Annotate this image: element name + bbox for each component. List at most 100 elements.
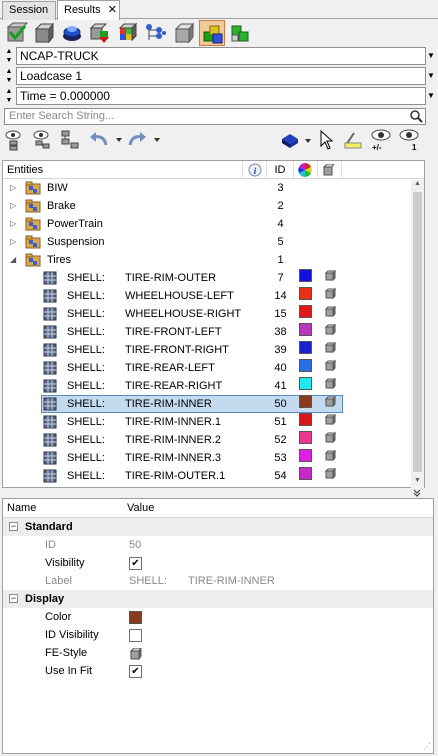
toggle-visibility-eye-icon[interactable] bbox=[370, 128, 392, 142]
tree-row-part[interactable]: SHELL: TIRE-RIM-INNER.1 51 bbox=[3, 413, 424, 431]
part-style-cube-icon[interactable] bbox=[324, 377, 337, 395]
tree-row-part[interactable]: SHELL: TIRE-RIM-INNER 50 bbox=[3, 395, 424, 413]
color-swatch[interactable] bbox=[129, 611, 142, 624]
assembly-icon[interactable] bbox=[87, 20, 113, 46]
tab-session[interactable]: Session bbox=[2, 1, 56, 20]
column-name[interactable]: Name bbox=[7, 502, 36, 514]
part-style-cube-icon[interactable] bbox=[324, 413, 337, 431]
part-color-swatch[interactable] bbox=[299, 395, 312, 408]
panel-splitter[interactable] bbox=[0, 488, 438, 498]
column-value[interactable]: Value bbox=[127, 502, 154, 514]
tree-row-assembly[interactable]: ▷ BIW 3 bbox=[3, 179, 424, 197]
green-stack-icon[interactable] bbox=[227, 20, 253, 46]
tree-row-part[interactable]: SHELL: TIRE-FRONT-LEFT 38 bbox=[3, 323, 424, 341]
tree-row-part[interactable]: SHELL: TIRE-REAR-RIGHT 41 bbox=[3, 377, 424, 395]
part-color-swatch[interactable] bbox=[299, 413, 312, 426]
spin-up-icon[interactable]: ▲ bbox=[2, 47, 16, 56]
multicolor-cube-icon[interactable] bbox=[115, 20, 141, 46]
tree-row-assembly[interactable]: ◢ Tires 1 bbox=[3, 251, 424, 269]
model-combo[interactable]: NCAP-TRUCK bbox=[16, 47, 426, 65]
time-spinner[interactable]: ▲ ▼ bbox=[2, 87, 16, 105]
collapsed-arrow-icon[interactable]: ▷ bbox=[10, 197, 16, 215]
part-style-cube-icon[interactable] bbox=[324, 359, 337, 377]
collapsed-arrow-icon[interactable]: ▷ bbox=[10, 233, 16, 251]
tree-row-part[interactable]: SHELL: TIRE-RIM-INNER.3 53 bbox=[3, 449, 424, 467]
highlight-icon[interactable] bbox=[342, 129, 364, 151]
loadcase-spinner[interactable]: ▲ ▼ bbox=[2, 67, 16, 85]
undo-icon[interactable] bbox=[88, 129, 122, 151]
tree-row-part[interactable]: SHELL: TIRE-RIM-OUTER.1 54 bbox=[3, 467, 424, 485]
grey-cube-icon[interactable] bbox=[171, 20, 197, 46]
chevron-down-icon[interactable]: ▼ bbox=[426, 87, 436, 105]
redo-icon[interactable] bbox=[126, 129, 160, 151]
close-icon[interactable]: ✕ bbox=[108, 4, 117, 16]
part-color-swatch[interactable] bbox=[299, 287, 312, 300]
part-color-swatch[interactable] bbox=[299, 341, 312, 354]
part-style-cube-icon[interactable] bbox=[324, 323, 337, 341]
visibility-checkbox[interactable]: ✔ bbox=[129, 557, 142, 570]
spin-up-icon[interactable]: ▲ bbox=[2, 67, 16, 76]
spin-down-icon[interactable]: ▼ bbox=[2, 96, 16, 105]
tree-row-part[interactable]: SHELL: TIRE-FRONT-RIGHT 39 bbox=[3, 341, 424, 359]
collapsed-arrow-icon[interactable]: ▷ bbox=[10, 179, 16, 197]
tree-row-part[interactable]: SHELL: TIRE-RIM-INNER.2 52 bbox=[3, 431, 424, 449]
part-style-cube-icon[interactable] bbox=[324, 467, 337, 485]
tree-row-assembly[interactable]: ▷ Suspension 5 bbox=[3, 233, 424, 251]
part-style-cube-icon[interactable] bbox=[324, 449, 337, 467]
tab-results[interactable]: Results ✕ bbox=[57, 0, 120, 20]
spin-up-icon[interactable]: ▲ bbox=[2, 87, 16, 96]
part-color-swatch[interactable] bbox=[299, 323, 312, 336]
model-spinner[interactable]: ▲ ▼ bbox=[2, 47, 16, 65]
part-color-swatch[interactable] bbox=[299, 431, 312, 444]
isolate-icon[interactable] bbox=[60, 129, 80, 151]
fe-style-cube-icon[interactable] bbox=[130, 648, 142, 660]
part-style-cube-icon[interactable] bbox=[324, 305, 337, 323]
spin-down-icon[interactable]: ▼ bbox=[2, 76, 16, 85]
pointer-icon[interactable] bbox=[318, 129, 334, 151]
part-color-swatch[interactable] bbox=[299, 359, 312, 372]
column-id[interactable]: ID bbox=[267, 161, 294, 179]
scroll-down-icon[interactable]: ▼ bbox=[411, 477, 424, 488]
spin-down-icon[interactable]: ▼ bbox=[2, 56, 16, 65]
selected-parts-icon[interactable] bbox=[199, 20, 225, 46]
use-in-fit-checkbox[interactable]: ✔ bbox=[129, 665, 142, 678]
tree-row-assembly[interactable]: ▷ Brake 2 bbox=[3, 197, 424, 215]
resize-grip-icon[interactable]: ⋰ bbox=[423, 742, 431, 751]
part-color-swatch[interactable] bbox=[299, 377, 312, 390]
part-style-cube-icon[interactable] bbox=[324, 269, 337, 287]
tree-row-assembly[interactable]: ▷ PowerTrain 4 bbox=[3, 215, 424, 233]
hide-eye-icon[interactable] bbox=[32, 129, 52, 151]
part-style-cube-icon[interactable] bbox=[324, 287, 337, 305]
search-input[interactable]: Enter Search String... bbox=[4, 108, 426, 125]
display-mode-dropdown-icon[interactable] bbox=[280, 129, 314, 151]
time-combo[interactable]: Time = 0.000000 bbox=[16, 87, 426, 105]
group-display[interactable]: − Display bbox=[3, 590, 433, 608]
chevron-down-icon[interactable]: ▼ bbox=[426, 47, 436, 65]
cube-icon[interactable] bbox=[31, 20, 57, 46]
part-style-cube-icon[interactable] bbox=[324, 431, 337, 449]
show-only-eye-icon[interactable] bbox=[398, 128, 420, 142]
search-icon[interactable] bbox=[410, 110, 423, 123]
column-info[interactable]: i bbox=[243, 161, 267, 179]
collapse-icon[interactable]: − bbox=[9, 594, 18, 603]
column-entities[interactable]: Entities bbox=[3, 161, 243, 179]
column-color[interactable] bbox=[294, 161, 318, 179]
part-color-swatch[interactable] bbox=[299, 305, 312, 318]
column-style[interactable] bbox=[318, 161, 342, 179]
collapsed-arrow-icon[interactable]: ▷ bbox=[10, 215, 16, 233]
part-style-cube-icon[interactable] bbox=[324, 341, 337, 359]
expanded-arrow-icon[interactable]: ◢ bbox=[10, 251, 16, 269]
part-color-swatch[interactable] bbox=[299, 269, 312, 282]
part-style-cube-icon[interactable] bbox=[324, 395, 337, 413]
part-color-swatch[interactable] bbox=[299, 449, 312, 462]
collapse-icon[interactable]: − bbox=[9, 522, 18, 531]
check-cube-icon[interactable] bbox=[4, 20, 30, 46]
blue-stack-icon[interactable] bbox=[59, 20, 85, 46]
tree-row-part[interactable]: SHELL: TIRE-REAR-LEFT 40 bbox=[3, 359, 424, 377]
group-standard[interactable]: − Standard bbox=[3, 518, 433, 536]
loadcase-combo[interactable]: Loadcase 1 bbox=[16, 67, 426, 85]
show-eye-icon[interactable] bbox=[4, 129, 24, 151]
scroll-thumb[interactable] bbox=[413, 192, 422, 472]
chevron-down-icon[interactable]: ▼ bbox=[426, 67, 436, 85]
tree-row-part[interactable]: SHELL: TIRE-RIM-OUTER 7 bbox=[3, 269, 424, 287]
